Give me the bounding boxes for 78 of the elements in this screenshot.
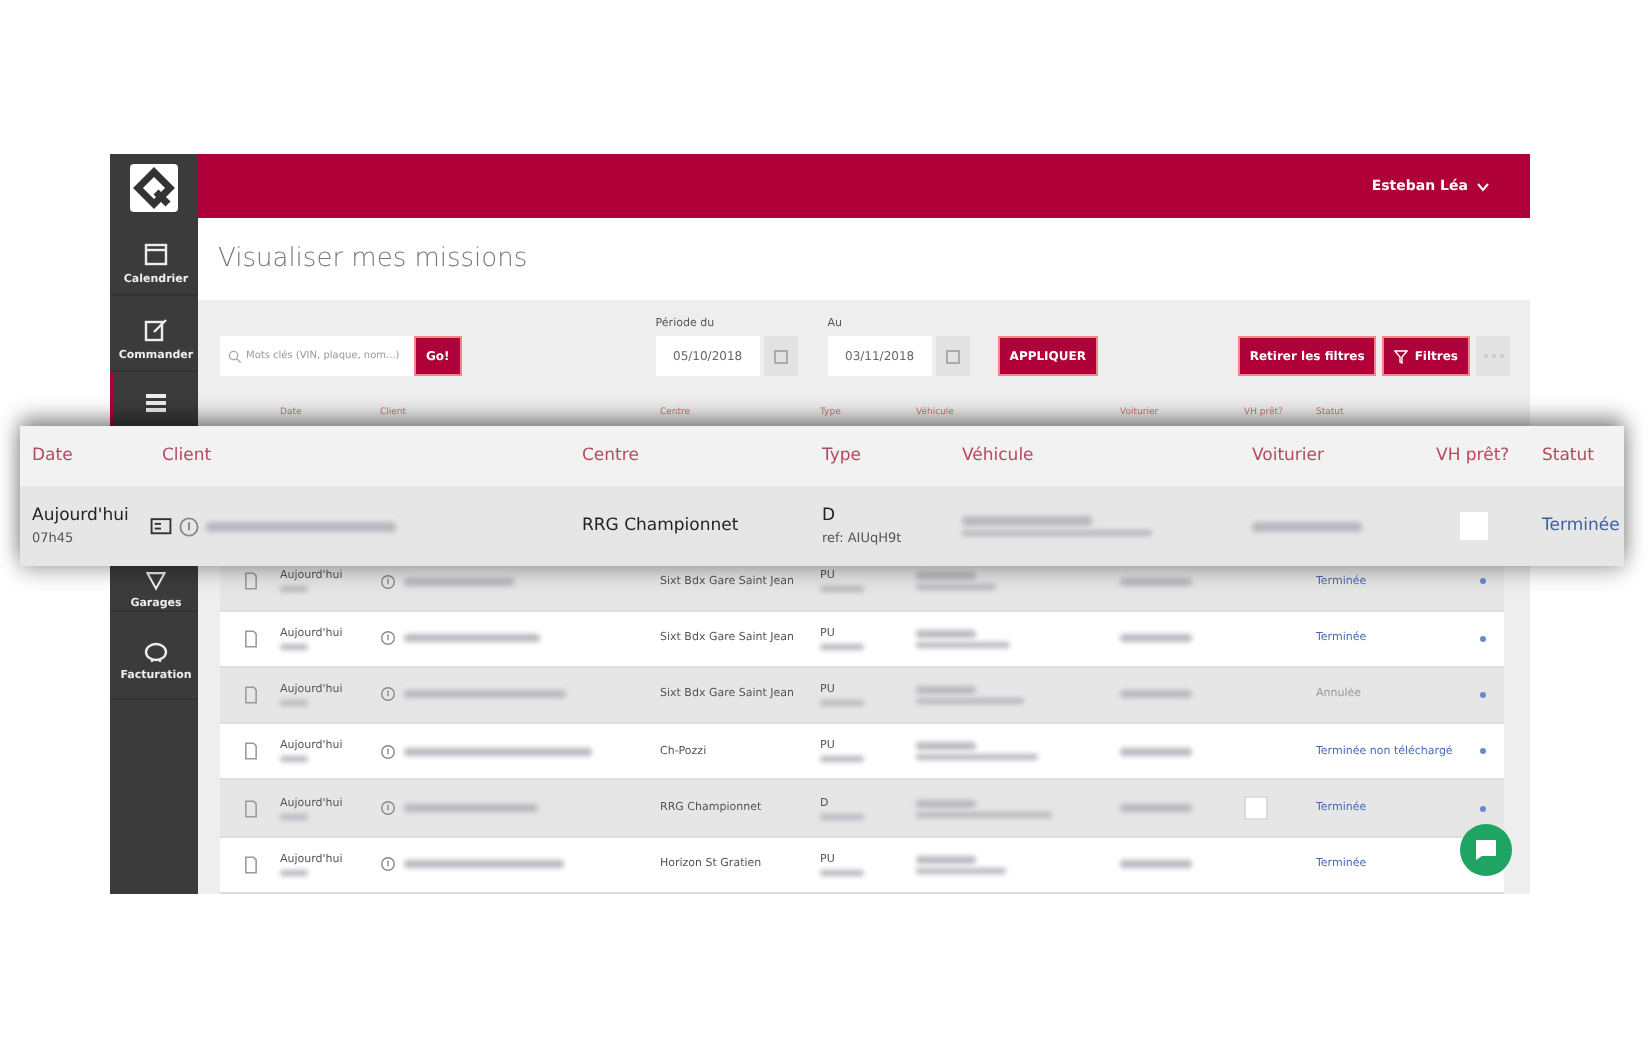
- redacted-text: [820, 813, 864, 820]
- redacted-text: [916, 685, 976, 694]
- user-icon: [380, 800, 396, 817]
- redacted-text: [916, 867, 1006, 874]
- redacted-text: [820, 699, 864, 706]
- column-header: Date: [30, 446, 75, 466]
- redacted-text: [280, 643, 308, 650]
- chevron-down-icon[interactable]: [1476, 181, 1490, 192]
- pin-icon: [142, 568, 170, 592]
- redacted-text: [962, 516, 1092, 526]
- redacted-text: [916, 641, 1010, 648]
- centre-text: RRG Championnet: [582, 516, 741, 536]
- row-dot-icon[interactable]: [1479, 805, 1485, 812]
- filter-icon: [1394, 349, 1409, 364]
- redacted-text: [820, 643, 864, 650]
- redacted-text: [280, 813, 308, 820]
- user-icon: [380, 686, 396, 703]
- redacted-text: [916, 754, 1038, 761]
- calendar-button[interactable]: [935, 336, 970, 377]
- calendar-icon: [945, 349, 960, 364]
- row-dot-icon[interactable]: [1479, 635, 1485, 642]
- column-header: Statut: [1540, 446, 1596, 466]
- redacted-text: [1120, 634, 1192, 643]
- document-icon: [241, 685, 259, 704]
- column-header: Client: [160, 446, 214, 466]
- calendar-button[interactable]: [763, 336, 798, 377]
- calendar-icon: [773, 349, 788, 364]
- redacted-text: [280, 699, 308, 706]
- redacted-text: [1120, 804, 1192, 813]
- document-icon: [241, 855, 259, 874]
- edit-icon: [142, 316, 170, 344]
- redacted-text: [916, 855, 976, 864]
- redacted-text: [1120, 577, 1192, 586]
- redacted-text: [1120, 860, 1192, 869]
- row-dot-icon[interactable]: [1479, 691, 1485, 698]
- date-text: Aujourd'hui: [32, 506, 131, 526]
- redacted-text: [404, 634, 540, 643]
- type-text: D: [822, 506, 838, 526]
- checkbox[interactable]: [1460, 512, 1488, 540]
- user-icon: [380, 573, 396, 590]
- redacted-text: [1120, 747, 1192, 756]
- redacted-text: [916, 799, 976, 808]
- id-card-icon: [150, 515, 172, 537]
- logo-icon[interactable]: [130, 163, 178, 211]
- redacted-text: [820, 869, 864, 876]
- search-icon: [228, 349, 242, 364]
- checkbox[interactable]: [1244, 796, 1268, 821]
- redacted-text: [916, 742, 976, 751]
- redacted-text: [916, 572, 976, 581]
- column-header: Voiturier: [1250, 446, 1327, 466]
- redacted-text: [280, 756, 308, 763]
- redacted-text: [820, 756, 864, 763]
- column-header: Type: [820, 446, 864, 466]
- redacted-text: [404, 804, 538, 813]
- calendar-icon: [142, 240, 170, 268]
- redacted-text: [1120, 690, 1192, 699]
- document-icon: [241, 799, 259, 818]
- user-icon: [380, 743, 396, 760]
- redacted-text: [916, 811, 1052, 818]
- user-icon: [380, 630, 396, 647]
- list-icon: [142, 388, 170, 416]
- column-header: VH prêt?: [1434, 446, 1512, 466]
- document-icon: [241, 572, 259, 591]
- page-title: Visualiser mes missions: [218, 244, 528, 275]
- user-icon: [178, 515, 200, 537]
- document-icon: [241, 629, 259, 648]
- column-header: Centre: [580, 446, 641, 466]
- redacted-text: [280, 869, 308, 876]
- redacted-text: [916, 697, 1024, 704]
- redacted-text: [404, 577, 514, 586]
- row-dot-icon[interactable]: [1479, 578, 1485, 585]
- row-dot-icon[interactable]: [1479, 748, 1485, 755]
- user-icon: [380, 856, 396, 873]
- status-link[interactable]: Terminée: [1542, 516, 1624, 536]
- redacted-text: [916, 629, 976, 638]
- redacted-text: [1252, 521, 1362, 531]
- document-icon: [241, 742, 259, 761]
- column-header: Véhicule: [960, 446, 1036, 466]
